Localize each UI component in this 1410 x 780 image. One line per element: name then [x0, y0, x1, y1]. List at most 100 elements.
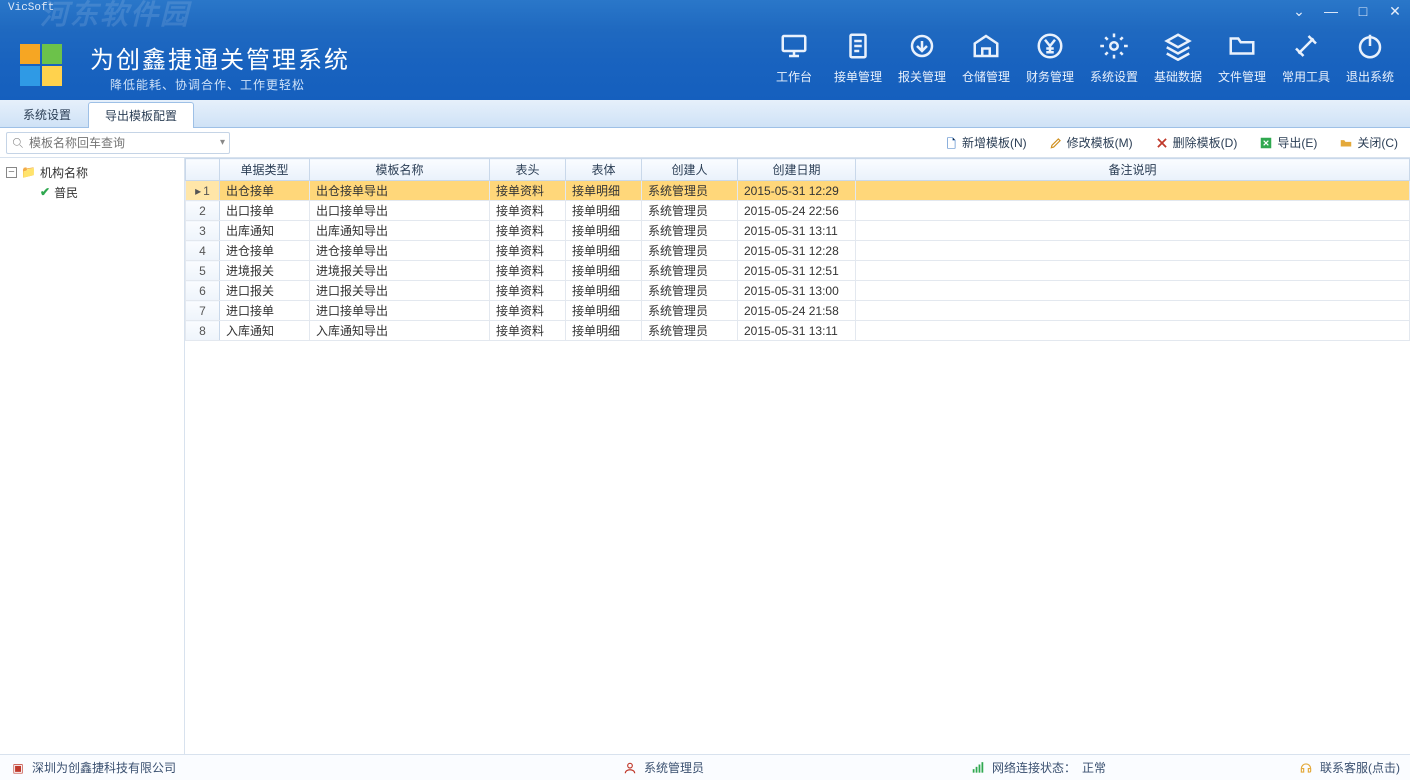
- row-number: 2: [186, 201, 220, 221]
- col-note[interactable]: 备注说明: [856, 159, 1410, 181]
- edit-template-button[interactable]: 修改模板(M): [1043, 132, 1139, 154]
- export-button[interactable]: 导出(E): [1253, 132, 1323, 154]
- col-rownum[interactable]: [186, 159, 220, 181]
- delete-icon: [1155, 136, 1169, 150]
- row-number: ▸1: [186, 181, 220, 201]
- col-head[interactable]: 表头: [490, 159, 566, 181]
- status-net-value: 正常: [1082, 759, 1106, 776]
- tab-system-settings[interactable]: 系统设置: [6, 101, 88, 127]
- ribbon-settings[interactable]: 系统设置: [1082, 26, 1146, 85]
- ribbon-files[interactable]: 文件管理: [1210, 26, 1274, 85]
- col-body[interactable]: 表体: [566, 159, 642, 181]
- clipboard-icon: [826, 26, 890, 66]
- cell-by: 系统管理员: [642, 301, 738, 321]
- ribbon-customs[interactable]: 报关管理: [890, 26, 954, 85]
- cell-by: 系统管理员: [642, 261, 738, 281]
- row-number: 4: [186, 241, 220, 261]
- org-tree: – 📁 机构名称 ✔ 普民: [0, 158, 185, 754]
- cell-type: 进仓接单: [220, 241, 310, 261]
- cell-type: 出口接单: [220, 201, 310, 221]
- cell-note: [856, 181, 1410, 201]
- window-buttons: ⌄ — □ ✕: [1288, 2, 1406, 20]
- table-row[interactable]: 8入库通知入库通知导出接单资料接单明细系统管理员2015-05-31 13:11: [186, 321, 1410, 341]
- col-by[interactable]: 创建人: [642, 159, 738, 181]
- cell-head: 接单资料: [490, 181, 566, 201]
- cell-note: [856, 201, 1410, 221]
- cell-type: 进境报关: [220, 261, 310, 281]
- row-number: 7: [186, 301, 220, 321]
- layers-icon: [1146, 26, 1210, 66]
- toolbar: ▾ 新增模板(N) 修改模板(M) 删除模板(D) 导出(E) 关闭(C): [0, 128, 1410, 158]
- headset-icon: [1298, 760, 1314, 776]
- folder-icon: 📁: [21, 165, 36, 179]
- tree-child[interactable]: ✔ 普民: [40, 182, 178, 202]
- row-number: 8: [186, 321, 220, 341]
- close-window-button[interactable]: ✕: [1384, 2, 1406, 20]
- tab-export-template[interactable]: 导出模板配置: [88, 102, 194, 128]
- power-icon: [1338, 26, 1402, 66]
- status-user: 系统管理员: [644, 759, 704, 776]
- cell-body: 接单明细: [566, 181, 642, 201]
- add-template-button[interactable]: 新增模板(N): [938, 132, 1033, 154]
- cell-note: [856, 221, 1410, 241]
- title-bar: VicSoft 河东软件园 为创鑫捷通关管理系统 降低能耗、协调合作、工作更轻松…: [0, 0, 1410, 100]
- cell-date: 2015-05-31 12:28: [738, 241, 856, 261]
- table-row[interactable]: 4进仓接单进仓接单导出接单资料接单明细系统管理员2015-05-31 12:28: [186, 241, 1410, 261]
- cell-name: 进境报关导出: [310, 261, 490, 281]
- maximize-button[interactable]: □: [1352, 2, 1374, 20]
- ribbon-basedata[interactable]: 基础数据: [1146, 26, 1210, 85]
- cell-by: 系统管理员: [642, 241, 738, 261]
- search-input[interactable]: [29, 136, 220, 150]
- cell-note: [856, 241, 1410, 261]
- table-row[interactable]: 3出库通知出库通知导出接单资料接单明细系统管理员2015-05-31 13:11: [186, 221, 1410, 241]
- close-folder-icon: [1339, 136, 1353, 150]
- cell-name: 出仓接单导出: [310, 181, 490, 201]
- contact-support[interactable]: 联系客服(点击): [1298, 759, 1400, 776]
- ribbon-warehouse[interactable]: 仓储管理: [954, 26, 1018, 85]
- cell-body: 接单明细: [566, 201, 642, 221]
- col-date[interactable]: 创建日期: [738, 159, 856, 181]
- check-icon: ✔: [40, 185, 50, 199]
- chevron-down-icon[interactable]: ▾: [220, 137, 225, 148]
- cell-body: 接单明细: [566, 241, 642, 261]
- cell-head: 接单资料: [490, 221, 566, 241]
- ribbon-tools[interactable]: 常用工具: [1274, 26, 1338, 85]
- table-row[interactable]: 2出口接单出口接单导出接单资料接单明细系统管理员2015-05-24 22:56: [186, 201, 1410, 221]
- ribbon-workbench[interactable]: 工作台: [762, 26, 826, 85]
- cell-date: 2015-05-31 12:29: [738, 181, 856, 201]
- table-row[interactable]: 6进口报关进口报关导出接单资料接单明细系统管理员2015-05-31 13:00: [186, 281, 1410, 301]
- ribbon-exit[interactable]: 退出系统: [1338, 26, 1402, 85]
- cell-body: 接单明细: [566, 281, 642, 301]
- cell-name: 入库通知导出: [310, 321, 490, 341]
- tree-root[interactable]: – 📁 机构名称: [6, 162, 178, 182]
- ribbon-order[interactable]: 接单管理: [826, 26, 890, 85]
- close-tab-button[interactable]: 关闭(C): [1333, 132, 1404, 154]
- window-options-button[interactable]: ⌄: [1288, 2, 1310, 20]
- cell-date: 2015-05-31 13:11: [738, 221, 856, 241]
- status-net-label: 网络连接状态：: [992, 759, 1076, 776]
- cell-body: 接单明细: [566, 321, 642, 341]
- table-row[interactable]: 7进口接单进口接单导出接单资料接单明细系统管理员2015-05-24 21:58: [186, 301, 1410, 321]
- template-grid: 单据类型 模板名称 表头 表体 创建人 创建日期 备注说明 ▸1出仓接单出仓接单…: [185, 158, 1410, 341]
- search-box[interactable]: ▾: [6, 132, 230, 154]
- table-row[interactable]: 5进境报关进境报关导出接单资料接单明细系统管理员2015-05-31 12:51: [186, 261, 1410, 281]
- delete-template-button[interactable]: 删除模板(D): [1149, 132, 1244, 154]
- cell-by: 系统管理员: [642, 201, 738, 221]
- cell-note: [856, 281, 1410, 301]
- cell-name: 进口接单导出: [310, 301, 490, 321]
- col-name[interactable]: 模板名称: [310, 159, 490, 181]
- cell-by: 系统管理员: [642, 221, 738, 241]
- col-type[interactable]: 单据类型: [220, 159, 310, 181]
- cell-name: 出口接单导出: [310, 201, 490, 221]
- cell-date: 2015-05-24 22:56: [738, 201, 856, 221]
- monitor-icon: [762, 26, 826, 66]
- watermark-text: 河东软件园: [40, 2, 190, 30]
- ribbon-finance[interactable]: 财务管理: [1018, 26, 1082, 85]
- cell-type: 出仓接单: [220, 181, 310, 201]
- cell-type: 进口报关: [220, 281, 310, 301]
- table-row[interactable]: ▸1出仓接单出仓接单导出接单资料接单明细系统管理员2015-05-31 12:2…: [186, 181, 1410, 201]
- minimize-button[interactable]: —: [1320, 2, 1342, 20]
- cell-body: 接单明细: [566, 261, 642, 281]
- row-number: 3: [186, 221, 220, 241]
- collapse-icon[interactable]: –: [6, 167, 17, 178]
